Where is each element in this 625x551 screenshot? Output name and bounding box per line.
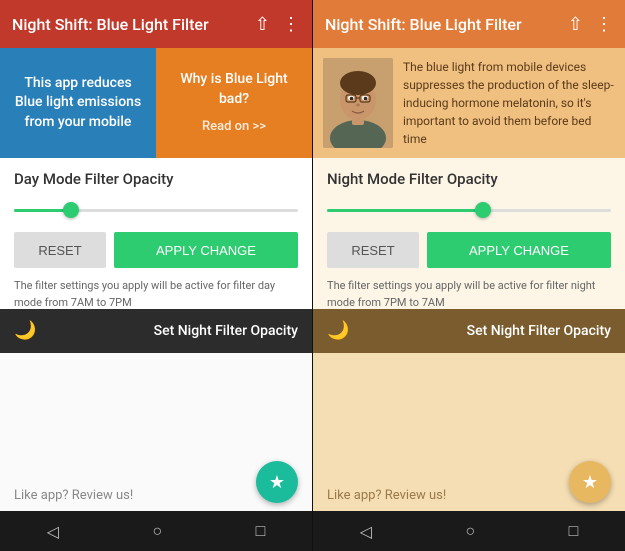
left-slider-thumb[interactable] — [63, 202, 79, 218]
right-appbar-icons: ⇧ ⋮ — [568, 14, 613, 35]
left-filter-label: Day Mode Filter Opacity — [14, 170, 298, 188]
left-hero-orange-text: Why is Blue Light bad? — [166, 70, 302, 109]
left-apply-button[interactable]: Apply Change — [114, 232, 298, 268]
right-nav-bar: ◁ ○ □ — [313, 511, 625, 551]
right-reset-button[interactable]: Reset — [327, 232, 419, 268]
left-recent-button[interactable]: □ — [248, 513, 274, 549]
left-back-button[interactable]: ◁ — [39, 514, 67, 549]
left-nav-bar: ◁ ○ □ — [0, 511, 312, 551]
right-more-icon[interactable]: ⋮ — [595, 14, 613, 35]
right-review-text: Like app? Review us! — [327, 488, 446, 503]
left-content: Day Mode Filter Opacity Reset Apply Chan… — [0, 158, 312, 309]
left-app-title: Night Shift: Blue Light Filter — [12, 15, 255, 34]
left-appbar: Night Shift: Blue Light Filter ⇧ ⋮ — [0, 0, 312, 48]
right-back-button[interactable]: ◁ — [352, 514, 380, 549]
left-bottom: Like app? Review us! ★ — [0, 353, 312, 512]
right-app-title: Night Shift: Blue Light Filter — [325, 15, 568, 34]
left-filter-info: The filter settings you apply will be ac… — [14, 278, 298, 309]
left-night-icons: 🌙 — [14, 320, 36, 341]
right-slider-fill — [327, 209, 483, 212]
left-review-text: Like app? Review us! — [14, 488, 133, 503]
left-hero: This app reduces Blue light emissions fr… — [0, 48, 312, 158]
left-slider-container[interactable] — [14, 200, 298, 220]
right-btn-row: Reset Apply Change — [327, 232, 611, 268]
left-reset-button[interactable]: Reset — [14, 232, 106, 268]
left-night-bar[interactable]: 🌙 Set Night Filter Opacity — [0, 309, 312, 353]
right-avatar — [323, 58, 393, 148]
right-night-icons: 🌙 — [327, 320, 349, 341]
right-panel: Night Shift: Blue Light Filter ⇧ ⋮ — [313, 0, 625, 551]
left-fab[interactable]: ★ — [256, 461, 298, 503]
left-hero-orange[interactable]: Why is Blue Light bad? Read on >> — [156, 48, 312, 158]
right-hero: The blue light from mobile devices suppr… — [313, 48, 625, 158]
left-slider-track — [14, 209, 298, 212]
left-read-on[interactable]: Read on >> — [202, 118, 266, 136]
left-filter-section: Day Mode Filter Opacity Reset Apply Chan… — [0, 158, 312, 309]
right-share-icon[interactable]: ⇧ — [568, 14, 583, 35]
right-content: Night Mode Filter Opacity Reset Apply Ch… — [313, 158, 625, 309]
right-appbar: Night Shift: Blue Light Filter ⇧ ⋮ — [313, 0, 625, 48]
right-recent-button[interactable]: □ — [561, 513, 587, 549]
left-share-icon[interactable]: ⇧ — [255, 14, 270, 35]
right-night-bar-label: Set Night Filter Opacity — [357, 323, 611, 339]
right-home-button[interactable]: ○ — [457, 513, 483, 549]
right-filter-label: Night Mode Filter Opacity — [327, 170, 611, 188]
right-bottom: Like app? Review us! ★ — [313, 353, 625, 512]
right-filter-info: The filter settings you apply will be ac… — [327, 278, 611, 309]
right-slider-track — [327, 209, 611, 212]
left-panel: Night Shift: Blue Light Filter ⇧ ⋮ This … — [0, 0, 312, 551]
left-more-icon[interactable]: ⋮ — [282, 14, 300, 35]
left-home-button[interactable]: ○ — [144, 513, 170, 549]
left-btn-row: Reset Apply Change — [14, 232, 298, 268]
left-hero-blue: This app reduces Blue light emissions fr… — [0, 48, 156, 158]
left-appbar-icons: ⇧ ⋮ — [255, 14, 300, 35]
right-slider-container[interactable] — [327, 200, 611, 220]
avatar-svg — [323, 58, 393, 148]
right-slider-thumb[interactable] — [475, 202, 491, 218]
right-hero-text: The blue light from mobile devices suppr… — [403, 58, 615, 148]
right-fab[interactable]: ★ — [569, 461, 611, 503]
left-night-bar-label: Set Night Filter Opacity — [44, 323, 298, 339]
right-apply-button[interactable]: Apply Change — [427, 232, 611, 268]
right-filter-section: Night Mode Filter Opacity Reset Apply Ch… — [313, 158, 625, 309]
right-night-bar[interactable]: 🌙 Set Night Filter Opacity — [313, 309, 625, 353]
